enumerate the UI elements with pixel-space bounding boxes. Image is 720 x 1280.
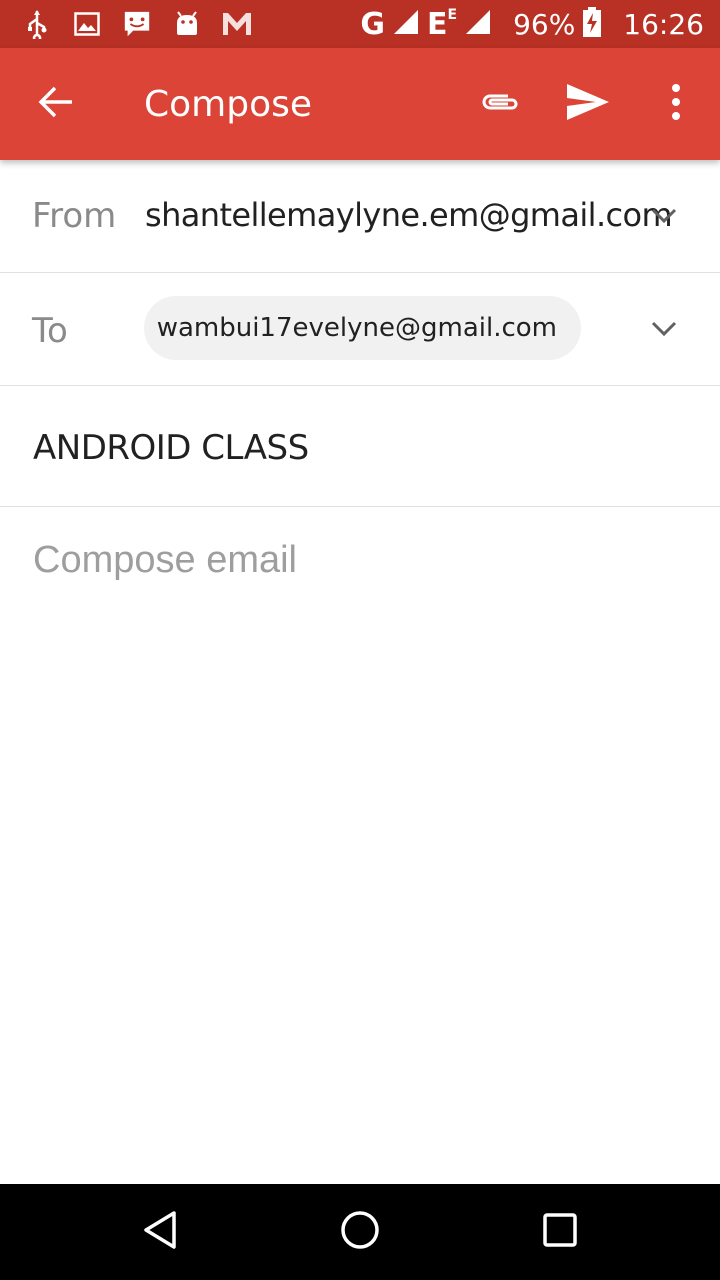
more-options-button[interactable] [632, 48, 720, 160]
app-bar-actions [456, 48, 720, 160]
network-type-e-sup: E [447, 6, 458, 23]
network-type-g: G [360, 6, 385, 42]
network-type-e: EE [427, 7, 457, 42]
nav-recents-button[interactable] [500, 1184, 620, 1280]
back-button[interactable] [0, 48, 112, 160]
subject-field[interactable]: ANDROID CLASS [33, 428, 309, 468]
image-icon [72, 9, 102, 39]
recipient-chip-label: wambui17evelyne@gmail.com [156, 313, 557, 343]
nav-home-button[interactable] [300, 1184, 420, 1280]
chat-icon [122, 9, 152, 39]
chevron-down-icon[interactable] [644, 309, 684, 349]
network-type-e-main: E [426, 6, 448, 42]
signal-icon-2 [465, 9, 491, 40]
send-button[interactable] [544, 48, 632, 160]
notification-icons [0, 9, 252, 39]
mail-icon [222, 9, 252, 39]
recents-square-icon [542, 1212, 578, 1253]
chevron-down-icon[interactable] [644, 196, 684, 236]
signal-icon [393, 9, 419, 40]
recipient-chip[interactable]: wambui17evelyne@gmail.com [144, 296, 581, 360]
home-circle-icon [340, 1210, 380, 1255]
status-bar: G EE 96% 16:26 [0, 0, 720, 48]
from-account-select[interactable]: shantellemaylyne.em@gmail.com [145, 196, 673, 234]
page-title: Compose [144, 83, 313, 125]
attach-icon [478, 90, 522, 119]
battery-percent: 96% [513, 7, 576, 41]
to-row: To wambui17evelyne@gmail.com [0, 273, 720, 386]
navigation-bar [0, 1184, 720, 1280]
system-status: G EE 96% 16:26 [360, 6, 720, 42]
from-label: From [32, 196, 117, 236]
battery-charging-icon [583, 6, 602, 42]
from-row: From shantellemaylyne.em@gmail.com [0, 160, 720, 273]
app-bar: Compose [0, 48, 720, 160]
subject-row: ANDROID CLASS [0, 386, 720, 507]
compose-email-placeholder: Compose email [33, 539, 297, 581]
android-icon [172, 9, 202, 39]
send-icon [566, 83, 610, 126]
nav-back-button[interactable] [100, 1184, 220, 1280]
back-triangle-icon [142, 1210, 178, 1255]
attach-button[interactable] [456, 48, 544, 160]
clock: 16:26 [623, 7, 704, 41]
arrow-back-icon [38, 86, 74, 123]
compose-body[interactable]: Compose email [0, 507, 720, 1184]
more-vert-icon [671, 83, 681, 125]
to-label: To [32, 311, 68, 351]
usb-icon [22, 9, 52, 39]
